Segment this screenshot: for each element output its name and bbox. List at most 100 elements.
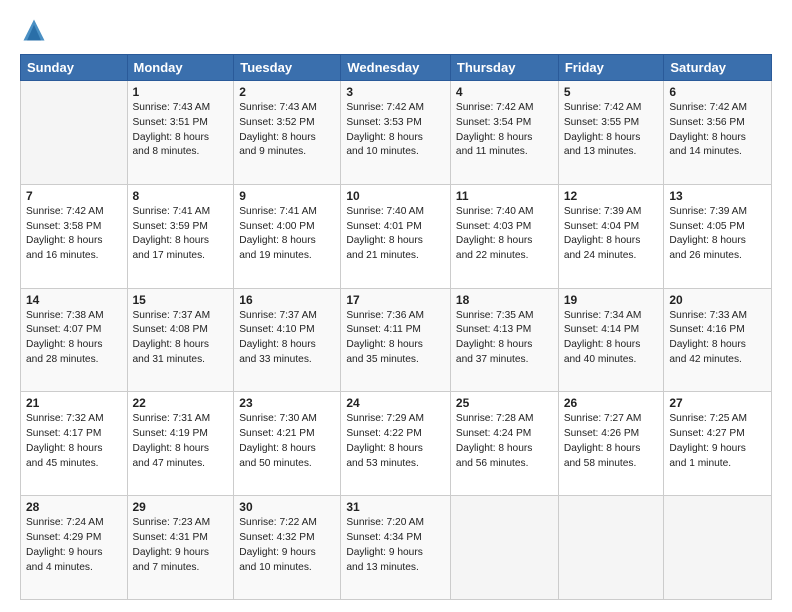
day-number: 6: [669, 85, 766, 99]
calendar-cell: 31Sunrise: 7:20 AMSunset: 4:34 PMDayligh…: [341, 496, 451, 600]
day-number: 28: [26, 500, 122, 514]
calendar-cell: 25 Sunrise: 7:28 AMSunset: 4:24 PMDayligh…: [450, 392, 558, 496]
day-info: Sunrise: 7:41 AMSunset: 3:59 PMDaylight:…: [133, 205, 229, 264]
day-number: 30: [239, 500, 335, 514]
day-number: 15: [133, 293, 229, 307]
day-number: 20: [669, 293, 766, 307]
calendar-week-row: 14 Sunrise: 7:38 AMSunset: 4:07 PMDayligh…: [21, 288, 772, 392]
day-number: 29: [133, 500, 229, 514]
day-info: Sunrise: 7:34 AMSunset: 4:14 PMDaylight:…: [564, 309, 659, 368]
day-number: 23: [239, 396, 335, 410]
calendar-cell: 12 Sunrise: 7:39 AMSunset: 4:04 PMDayligh…: [558, 184, 664, 288]
day-number: 26: [564, 396, 659, 410]
day-info: Sunrise: 7:40 AMSunset: 4:03 PMDaylight:…: [456, 205, 553, 264]
calendar-cell: 21 Sunrise: 7:32 AMSunset: 4:17 PMDayligh…: [21, 392, 128, 496]
calendar-cell: [558, 496, 664, 600]
day-number: 11: [456, 189, 553, 203]
day-number: 1: [133, 85, 229, 99]
day-info: Sunrise: 7:22 AMSunset: 4:32 PMDaylight:…: [239, 516, 335, 575]
day-info: Sunrise: 7:43 AMSunset: 3:52 PMDaylight:…: [239, 101, 335, 160]
day-number: 7: [26, 189, 122, 203]
calendar-week-row: 7 Sunrise: 7:42 AMSunset: 3:58 PMDaylight…: [21, 184, 772, 288]
day-info: Sunrise: 7:23 AMSunset: 4:31 PMDaylight:…: [133, 516, 229, 575]
calendar-cell: 16 Sunrise: 7:37 AMSunset: 4:10 PMDayligh…: [234, 288, 341, 392]
calendar-cell: 14 Sunrise: 7:38 AMSunset: 4:07 PMDayligh…: [21, 288, 128, 392]
day-number: 10: [346, 189, 445, 203]
day-info: Sunrise: 7:35 AMSunset: 4:13 PMDaylight:…: [456, 309, 553, 368]
day-number: 24: [346, 396, 445, 410]
day-info: Sunrise: 7:42 AMSunset: 3:54 PMDaylight:…: [456, 101, 553, 160]
calendar-cell: 4 Sunrise: 7:42 AMSunset: 3:54 PMDaylight…: [450, 81, 558, 185]
calendar-cell: 18 Sunrise: 7:35 AMSunset: 4:13 PMDayligh…: [450, 288, 558, 392]
calendar-cell: 9 Sunrise: 7:41 AMSunset: 4:00 PMDaylight…: [234, 184, 341, 288]
calendar-day-header: Thursday: [450, 55, 558, 81]
day-info: Sunrise: 7:42 AMSunset: 3:58 PMDaylight:…: [26, 205, 122, 264]
day-info: Sunrise: 7:28 AMSunset: 4:24 PMDaylight:…: [456, 412, 553, 471]
day-number: 18: [456, 293, 553, 307]
calendar-day-header: Sunday: [21, 55, 128, 81]
day-number: 19: [564, 293, 659, 307]
day-info: Sunrise: 7:37 AMSunset: 4:10 PMDaylight:…: [239, 309, 335, 368]
calendar-day-header: Tuesday: [234, 55, 341, 81]
day-number: 31: [346, 500, 445, 514]
day-number: 14: [26, 293, 122, 307]
calendar-cell: 30 Sunrise: 7:22 AMSunset: 4:32 PMDayligh…: [234, 496, 341, 600]
calendar-cell: [450, 496, 558, 600]
calendar-cell: 17Sunrise: 7:36 AMSunset: 4:11 PMDayligh…: [341, 288, 451, 392]
calendar-cell: 3 Sunrise: 7:42 AMSunset: 3:53 PMDaylight…: [341, 81, 451, 185]
calendar-week-row: 1 Sunrise: 7:43 AMSunset: 3:51 PMDaylight…: [21, 81, 772, 185]
day-info: Sunrise: 7:43 AMSunset: 3:51 PMDaylight:…: [133, 101, 229, 160]
calendar-cell: 23 Sunrise: 7:30 AMSunset: 4:21 PMDayligh…: [234, 392, 341, 496]
day-info: Sunrise: 7:42 AMSunset: 3:53 PMDaylight:…: [346, 101, 445, 160]
day-info: Sunrise: 7:41 AMSunset: 4:00 PMDaylight:…: [239, 205, 335, 264]
day-info: Sunrise: 7:27 AMSunset: 4:26 PMDaylight:…: [564, 412, 659, 471]
calendar-cell: 5Sunrise: 7:42 AMSunset: 3:55 PMDaylight…: [558, 81, 664, 185]
calendar-day-header: Wednesday: [341, 55, 451, 81]
day-number: 16: [239, 293, 335, 307]
day-number: 2: [239, 85, 335, 99]
day-number: 4: [456, 85, 553, 99]
day-info: Sunrise: 7:29 AMSunset: 4:22 PMDaylight:…: [346, 412, 445, 471]
calendar-cell: 27 Sunrise: 7:25 AMSunset: 4:27 PMDayligh…: [664, 392, 772, 496]
calendar-day-header: Saturday: [664, 55, 772, 81]
calendar-table: SundayMondayTuesdayWednesdayThursdayFrid…: [20, 54, 772, 600]
logo-icon: [20, 16, 48, 44]
calendar-cell: 1 Sunrise: 7:43 AMSunset: 3:51 PMDaylight…: [127, 81, 234, 185]
day-number: 13: [669, 189, 766, 203]
day-info: Sunrise: 7:33 AMSunset: 4:16 PMDaylight:…: [669, 309, 766, 368]
day-info: Sunrise: 7:39 AMSunset: 4:04 PMDaylight:…: [564, 205, 659, 264]
calendar-cell: [21, 81, 128, 185]
calendar-cell: 24 Sunrise: 7:29 AMSunset: 4:22 PMDayligh…: [341, 392, 451, 496]
day-info: Sunrise: 7:36 AMSunset: 4:11 PMDaylight:…: [346, 309, 445, 368]
calendar-cell: 13 Sunrise: 7:39 AMSunset: 4:05 PMDayligh…: [664, 184, 772, 288]
calendar-cell: 8Sunrise: 7:41 AMSunset: 3:59 PMDaylight…: [127, 184, 234, 288]
day-number: 9: [239, 189, 335, 203]
calendar-week-row: 28Sunrise: 7:24 AMSunset: 4:29 PMDayligh…: [21, 496, 772, 600]
day-number: 12: [564, 189, 659, 203]
calendar-cell: 11 Sunrise: 7:40 AMSunset: 4:03 PMDayligh…: [450, 184, 558, 288]
calendar-cell: 26 Sunrise: 7:27 AMSunset: 4:26 PMDayligh…: [558, 392, 664, 496]
calendar-cell: 28Sunrise: 7:24 AMSunset: 4:29 PMDayligh…: [21, 496, 128, 600]
day-info: Sunrise: 7:37 AMSunset: 4:08 PMDaylight:…: [133, 309, 229, 368]
calendar-week-row: 21 Sunrise: 7:32 AMSunset: 4:17 PMDayligh…: [21, 392, 772, 496]
calendar-header-row: SundayMondayTuesdayWednesdayThursdayFrid…: [21, 55, 772, 81]
day-info: Sunrise: 7:39 AMSunset: 4:05 PMDaylight:…: [669, 205, 766, 264]
logo: [20, 16, 52, 44]
day-number: 3: [346, 85, 445, 99]
day-info: Sunrise: 7:30 AMSunset: 4:21 PMDaylight:…: [239, 412, 335, 471]
calendar-day-header: Monday: [127, 55, 234, 81]
day-info: Sunrise: 7:32 AMSunset: 4:17 PMDaylight:…: [26, 412, 122, 471]
day-info: Sunrise: 7:40 AMSunset: 4:01 PMDaylight:…: [346, 205, 445, 264]
day-info: Sunrise: 7:38 AMSunset: 4:07 PMDaylight:…: [26, 309, 122, 368]
day-number: 21: [26, 396, 122, 410]
calendar-cell: 29 Sunrise: 7:23 AMSunset: 4:31 PMDayligh…: [127, 496, 234, 600]
calendar-cell: 6Sunrise: 7:42 AMSunset: 3:56 PMDaylight…: [664, 81, 772, 185]
day-number: 22: [133, 396, 229, 410]
calendar-cell: 22Sunrise: 7:31 AMSunset: 4:19 PMDayligh…: [127, 392, 234, 496]
day-number: 27: [669, 396, 766, 410]
day-number: 25: [456, 396, 553, 410]
day-info: Sunrise: 7:25 AMSunset: 4:27 PMDaylight:…: [669, 412, 766, 471]
calendar-day-header: Friday: [558, 55, 664, 81]
day-number: 5: [564, 85, 659, 99]
calendar-cell: 15 Sunrise: 7:37 AMSunset: 4:08 PMDayligh…: [127, 288, 234, 392]
